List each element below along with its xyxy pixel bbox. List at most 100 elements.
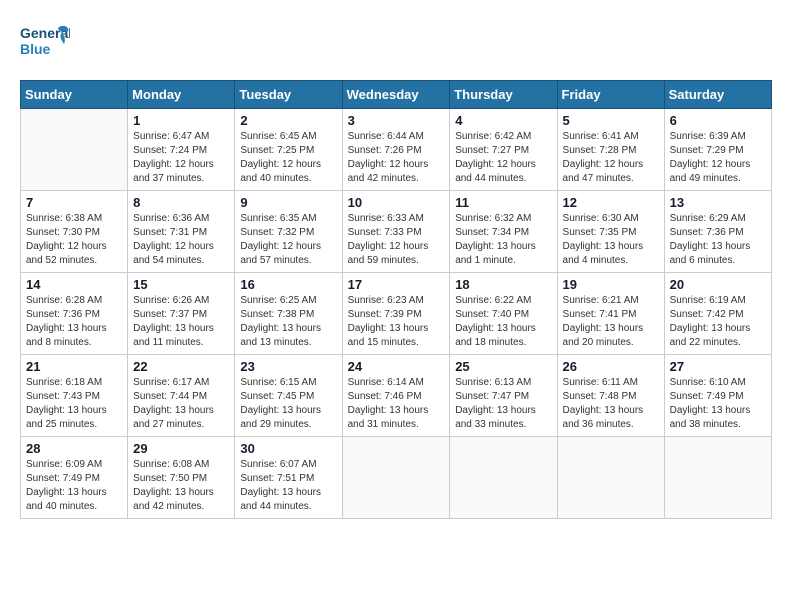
day-number: 19 — [563, 277, 659, 292]
calendar-week-row: 7 Sunrise: 6:38 AM Sunset: 7:30 PM Daylig… — [21, 191, 772, 273]
day-info: Sunrise: 6:18 AM Sunset: 7:43 PM Dayligh… — [26, 376, 122, 432]
day-info: Sunrise: 6:08 AM Sunset: 7:50 PM Dayligh… — [133, 458, 229, 514]
calendar-cell — [21, 109, 128, 191]
calendar-cell: 24 Sunrise: 6:14 AM Sunset: 7:46 PM Dayli… — [342, 355, 450, 437]
calendar-week-row: 21 Sunrise: 6:18 AM Sunset: 7:43 PM Dayli… — [21, 355, 772, 437]
calendar-body: 1 Sunrise: 6:47 AM Sunset: 7:24 PM Daylig… — [21, 109, 772, 519]
calendar-cell — [342, 437, 450, 519]
day-number: 18 — [455, 277, 551, 292]
day-number: 12 — [563, 195, 659, 210]
calendar-cell: 15 Sunrise: 6:26 AM Sunset: 7:37 PM Dayli… — [128, 273, 235, 355]
day-number: 27 — [670, 359, 766, 374]
day-number: 22 — [133, 359, 229, 374]
day-info: Sunrise: 6:39 AM Sunset: 7:29 PM Dayligh… — [670, 130, 766, 186]
calendar-cell: 9 Sunrise: 6:35 AM Sunset: 7:32 PM Daylig… — [235, 191, 342, 273]
day-info: Sunrise: 6:45 AM Sunset: 7:25 PM Dayligh… — [240, 130, 336, 186]
calendar-cell: 16Sunrise: 6:25 AM Sunset: 7:38 PM Dayli… — [235, 273, 342, 355]
calendar-cell: 6 Sunrise: 6:39 AM Sunset: 7:29 PM Daylig… — [664, 109, 771, 191]
logo: General Blue — [20, 20, 70, 70]
calendar-cell: 2 Sunrise: 6:45 AM Sunset: 7:25 PM Daylig… — [235, 109, 342, 191]
weekday-header: Monday — [128, 81, 235, 109]
day-number: 9 — [240, 195, 336, 210]
calendar-week-row: 28 Sunrise: 6:09 AM Sunset: 7:49 PM Dayli… — [21, 437, 772, 519]
day-number: 2 — [240, 113, 336, 128]
calendar-table: SundayMondayTuesdayWednesdayThursdayFrid… — [20, 80, 772, 519]
day-number: 4 — [455, 113, 551, 128]
calendar-cell: 23 Sunrise: 6:15 AM Sunset: 7:45 PM Dayli… — [235, 355, 342, 437]
day-number: 15 — [133, 277, 229, 292]
day-info: Sunrise: 6:23 AM Sunset: 7:39 PM Dayligh… — [348, 294, 445, 350]
day-number: 26 — [563, 359, 659, 374]
day-info: Sunrise: 6:47 AM Sunset: 7:24 PM Dayligh… — [133, 130, 229, 186]
page-header: General Blue — [20, 20, 772, 70]
day-number: 24 — [348, 359, 445, 374]
day-info: Sunrise: 6:35 AM Sunset: 7:32 PM Dayligh… — [240, 212, 336, 268]
calendar-cell: 19 Sunrise: 6:21 AM Sunset: 7:41 PM Dayli… — [557, 273, 664, 355]
calendar-cell: 26 Sunrise: 6:11 AM Sunset: 7:48 PM Dayli… — [557, 355, 664, 437]
day-info: Sunrise: 6:14 AM Sunset: 7:46 PM Dayligh… — [348, 376, 445, 432]
day-info: Sunrise: 6:30 AM Sunset: 7:35 PM Dayligh… — [563, 212, 659, 268]
day-info: Sunrise: 6:26 AM Sunset: 7:37 PM Dayligh… — [133, 294, 229, 350]
day-info: Sunrise: 6:38 AM Sunset: 7:30 PM Dayligh… — [26, 212, 122, 268]
calendar-week-row: 1 Sunrise: 6:47 AM Sunset: 7:24 PM Daylig… — [21, 109, 772, 191]
weekday-header: Friday — [557, 81, 664, 109]
day-number: 20 — [670, 277, 766, 292]
day-number: 10 — [348, 195, 445, 210]
day-number: 23 — [240, 359, 336, 374]
day-info: Sunrise: 6:33 AM Sunset: 7:33 PM Dayligh… — [348, 212, 445, 268]
day-number: 17 — [348, 277, 445, 292]
calendar-cell: 3Sunrise: 6:44 AM Sunset: 7:26 PM Daylig… — [342, 109, 450, 191]
calendar-cell — [450, 437, 557, 519]
day-number: 8 — [133, 195, 229, 210]
day-number: 5 — [563, 113, 659, 128]
day-number: 16 — [240, 277, 336, 292]
day-number: 21 — [26, 359, 122, 374]
weekday-header: Saturday — [664, 81, 771, 109]
calendar-cell — [557, 437, 664, 519]
weekday-header: Tuesday — [235, 81, 342, 109]
day-number: 6 — [670, 113, 766, 128]
day-number: 29 — [133, 441, 229, 456]
calendar-cell — [664, 437, 771, 519]
calendar-cell: 18 Sunrise: 6:22 AM Sunset: 7:40 PM Dayli… — [450, 273, 557, 355]
day-info: Sunrise: 6:19 AM Sunset: 7:42 PM Dayligh… — [670, 294, 766, 350]
day-info: Sunrise: 6:13 AM Sunset: 7:47 PM Dayligh… — [455, 376, 551, 432]
day-info: Sunrise: 6:07 AM Sunset: 7:51 PM Dayligh… — [240, 458, 336, 514]
day-number: 25 — [455, 359, 551, 374]
calendar-cell: 8Sunrise: 6:36 AM Sunset: 7:31 PM Daylig… — [128, 191, 235, 273]
calendar-cell: 1 Sunrise: 6:47 AM Sunset: 7:24 PM Daylig… — [128, 109, 235, 191]
calendar-cell: 12 Sunrise: 6:30 AM Sunset: 7:35 PM Dayli… — [557, 191, 664, 273]
calendar-cell: 7 Sunrise: 6:38 AM Sunset: 7:30 PM Daylig… — [21, 191, 128, 273]
weekday-header: Wednesday — [342, 81, 450, 109]
weekday-header: Sunday — [21, 81, 128, 109]
calendar-cell: 4 Sunrise: 6:42 AM Sunset: 7:27 PM Daylig… — [450, 109, 557, 191]
day-info: Sunrise: 6:28 AM Sunset: 7:36 PM Dayligh… — [26, 294, 122, 350]
calendar-cell: 20 Sunrise: 6:19 AM Sunset: 7:42 PM Dayli… — [664, 273, 771, 355]
day-info: Sunrise: 6:29 AM Sunset: 7:36 PM Dayligh… — [670, 212, 766, 268]
calendar-cell: 14 Sunrise: 6:28 AM Sunset: 7:36 PM Dayli… — [21, 273, 128, 355]
day-number: 1 — [133, 113, 229, 128]
day-number: 28 — [26, 441, 122, 456]
day-info: Sunrise: 6:42 AM Sunset: 7:27 PM Dayligh… — [455, 130, 551, 186]
calendar-week-row: 14 Sunrise: 6:28 AM Sunset: 7:36 PM Dayli… — [21, 273, 772, 355]
day-info: Sunrise: 6:41 AM Sunset: 7:28 PM Dayligh… — [563, 130, 659, 186]
day-info: Sunrise: 6:44 AM Sunset: 7:26 PM Dayligh… — [348, 130, 445, 186]
day-number: 14 — [26, 277, 122, 292]
calendar-cell: 22Sunrise: 6:17 AM Sunset: 7:44 PM Dayli… — [128, 355, 235, 437]
calendar-cell: 27 Sunrise: 6:10 AM Sunset: 7:49 PM Dayli… — [664, 355, 771, 437]
day-info: Sunrise: 6:09 AM Sunset: 7:49 PM Dayligh… — [26, 458, 122, 514]
calendar-cell: 25 Sunrise: 6:13 AM Sunset: 7:47 PM Dayli… — [450, 355, 557, 437]
calendar-cell: 21 Sunrise: 6:18 AM Sunset: 7:43 PM Dayli… — [21, 355, 128, 437]
day-number: 7 — [26, 195, 122, 210]
calendar-header: SundayMondayTuesdayWednesdayThursdayFrid… — [21, 81, 772, 109]
calendar-cell: 5 Sunrise: 6:41 AM Sunset: 7:28 PM Daylig… — [557, 109, 664, 191]
day-info: Sunrise: 6:11 AM Sunset: 7:48 PM Dayligh… — [563, 376, 659, 432]
day-info: Sunrise: 6:32 AM Sunset: 7:34 PM Dayligh… — [455, 212, 551, 268]
day-info: Sunrise: 6:22 AM Sunset: 7:40 PM Dayligh… — [455, 294, 551, 350]
day-info: Sunrise: 6:15 AM Sunset: 7:45 PM Dayligh… — [240, 376, 336, 432]
day-number: 30 — [240, 441, 336, 456]
calendar-cell: 28 Sunrise: 6:09 AM Sunset: 7:49 PM Dayli… — [21, 437, 128, 519]
day-info: Sunrise: 6:21 AM Sunset: 7:41 PM Dayligh… — [563, 294, 659, 350]
day-info: Sunrise: 6:10 AM Sunset: 7:49 PM Dayligh… — [670, 376, 766, 432]
weekday-header: Thursday — [450, 81, 557, 109]
